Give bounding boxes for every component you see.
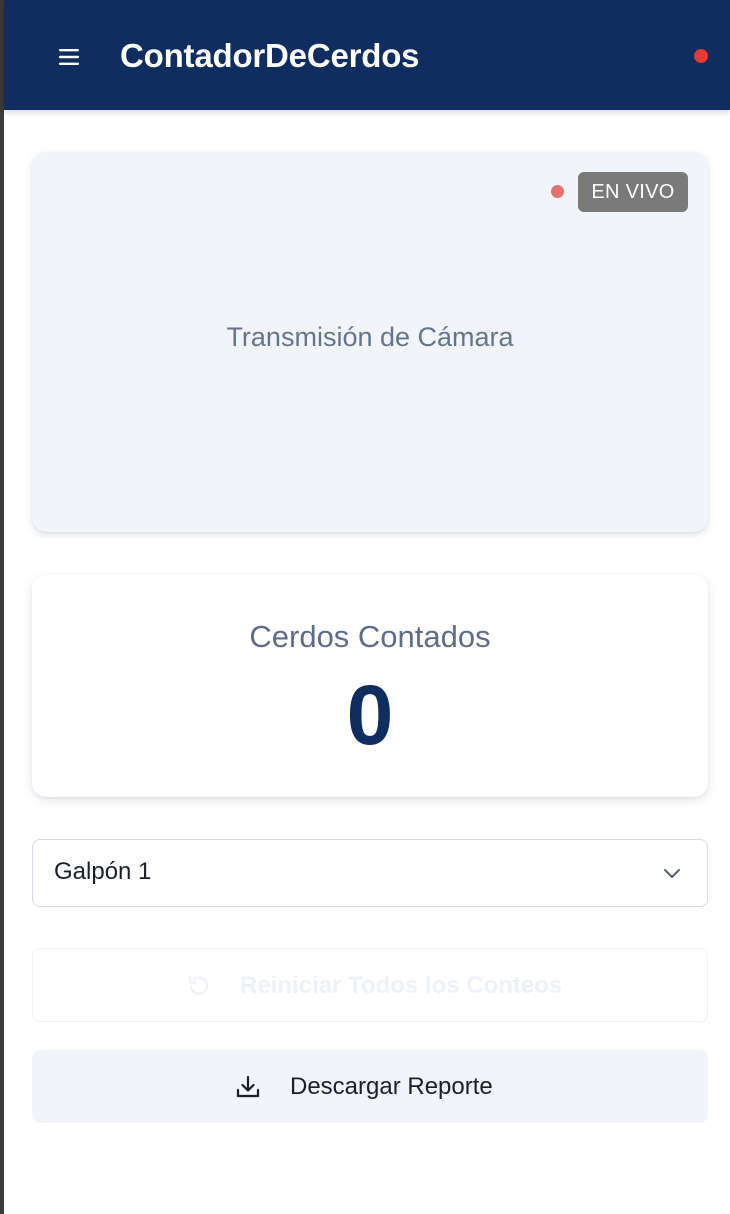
count-value: 0 (346, 668, 394, 762)
app-title: ContadorDeCerdos (120, 37, 420, 74)
reset-icon (188, 975, 209, 995)
window-edge (0, 0, 4, 1214)
reset-counts-button[interactable]: Reiniciar Todos los Conteos (32, 948, 708, 1022)
live-indicator-dot (551, 185, 564, 198)
download-report-label: Descargar Reporte (290, 1073, 493, 1100)
live-badge: EN VIVO (578, 172, 688, 212)
barn-select[interactable]: Galpón 1 (32, 839, 708, 907)
camera-feed-card: EN VIVO Transmisión de Cámara (32, 152, 708, 532)
count-label: Cerdos Contados (249, 619, 491, 654)
connection-status-dot (694, 49, 708, 63)
download-report-button[interactable]: Descargar Reporte (32, 1050, 708, 1123)
app-header: ContadorDeCerdos (4, 0, 730, 110)
barn-select-value: Galpón 1 (54, 858, 152, 885)
download-icon (236, 1075, 260, 1098)
hamburger-menu-icon (59, 49, 79, 65)
menu-button[interactable] (50, 38, 88, 76)
camera-placeholder-text: Transmisión de Cámara (226, 322, 514, 352)
chevron-down-icon (664, 869, 680, 878)
reset-counts-label: Reiniciar Todos los Conteos (240, 972, 563, 999)
pig-count-card: Cerdos Contados 0 (32, 575, 708, 797)
